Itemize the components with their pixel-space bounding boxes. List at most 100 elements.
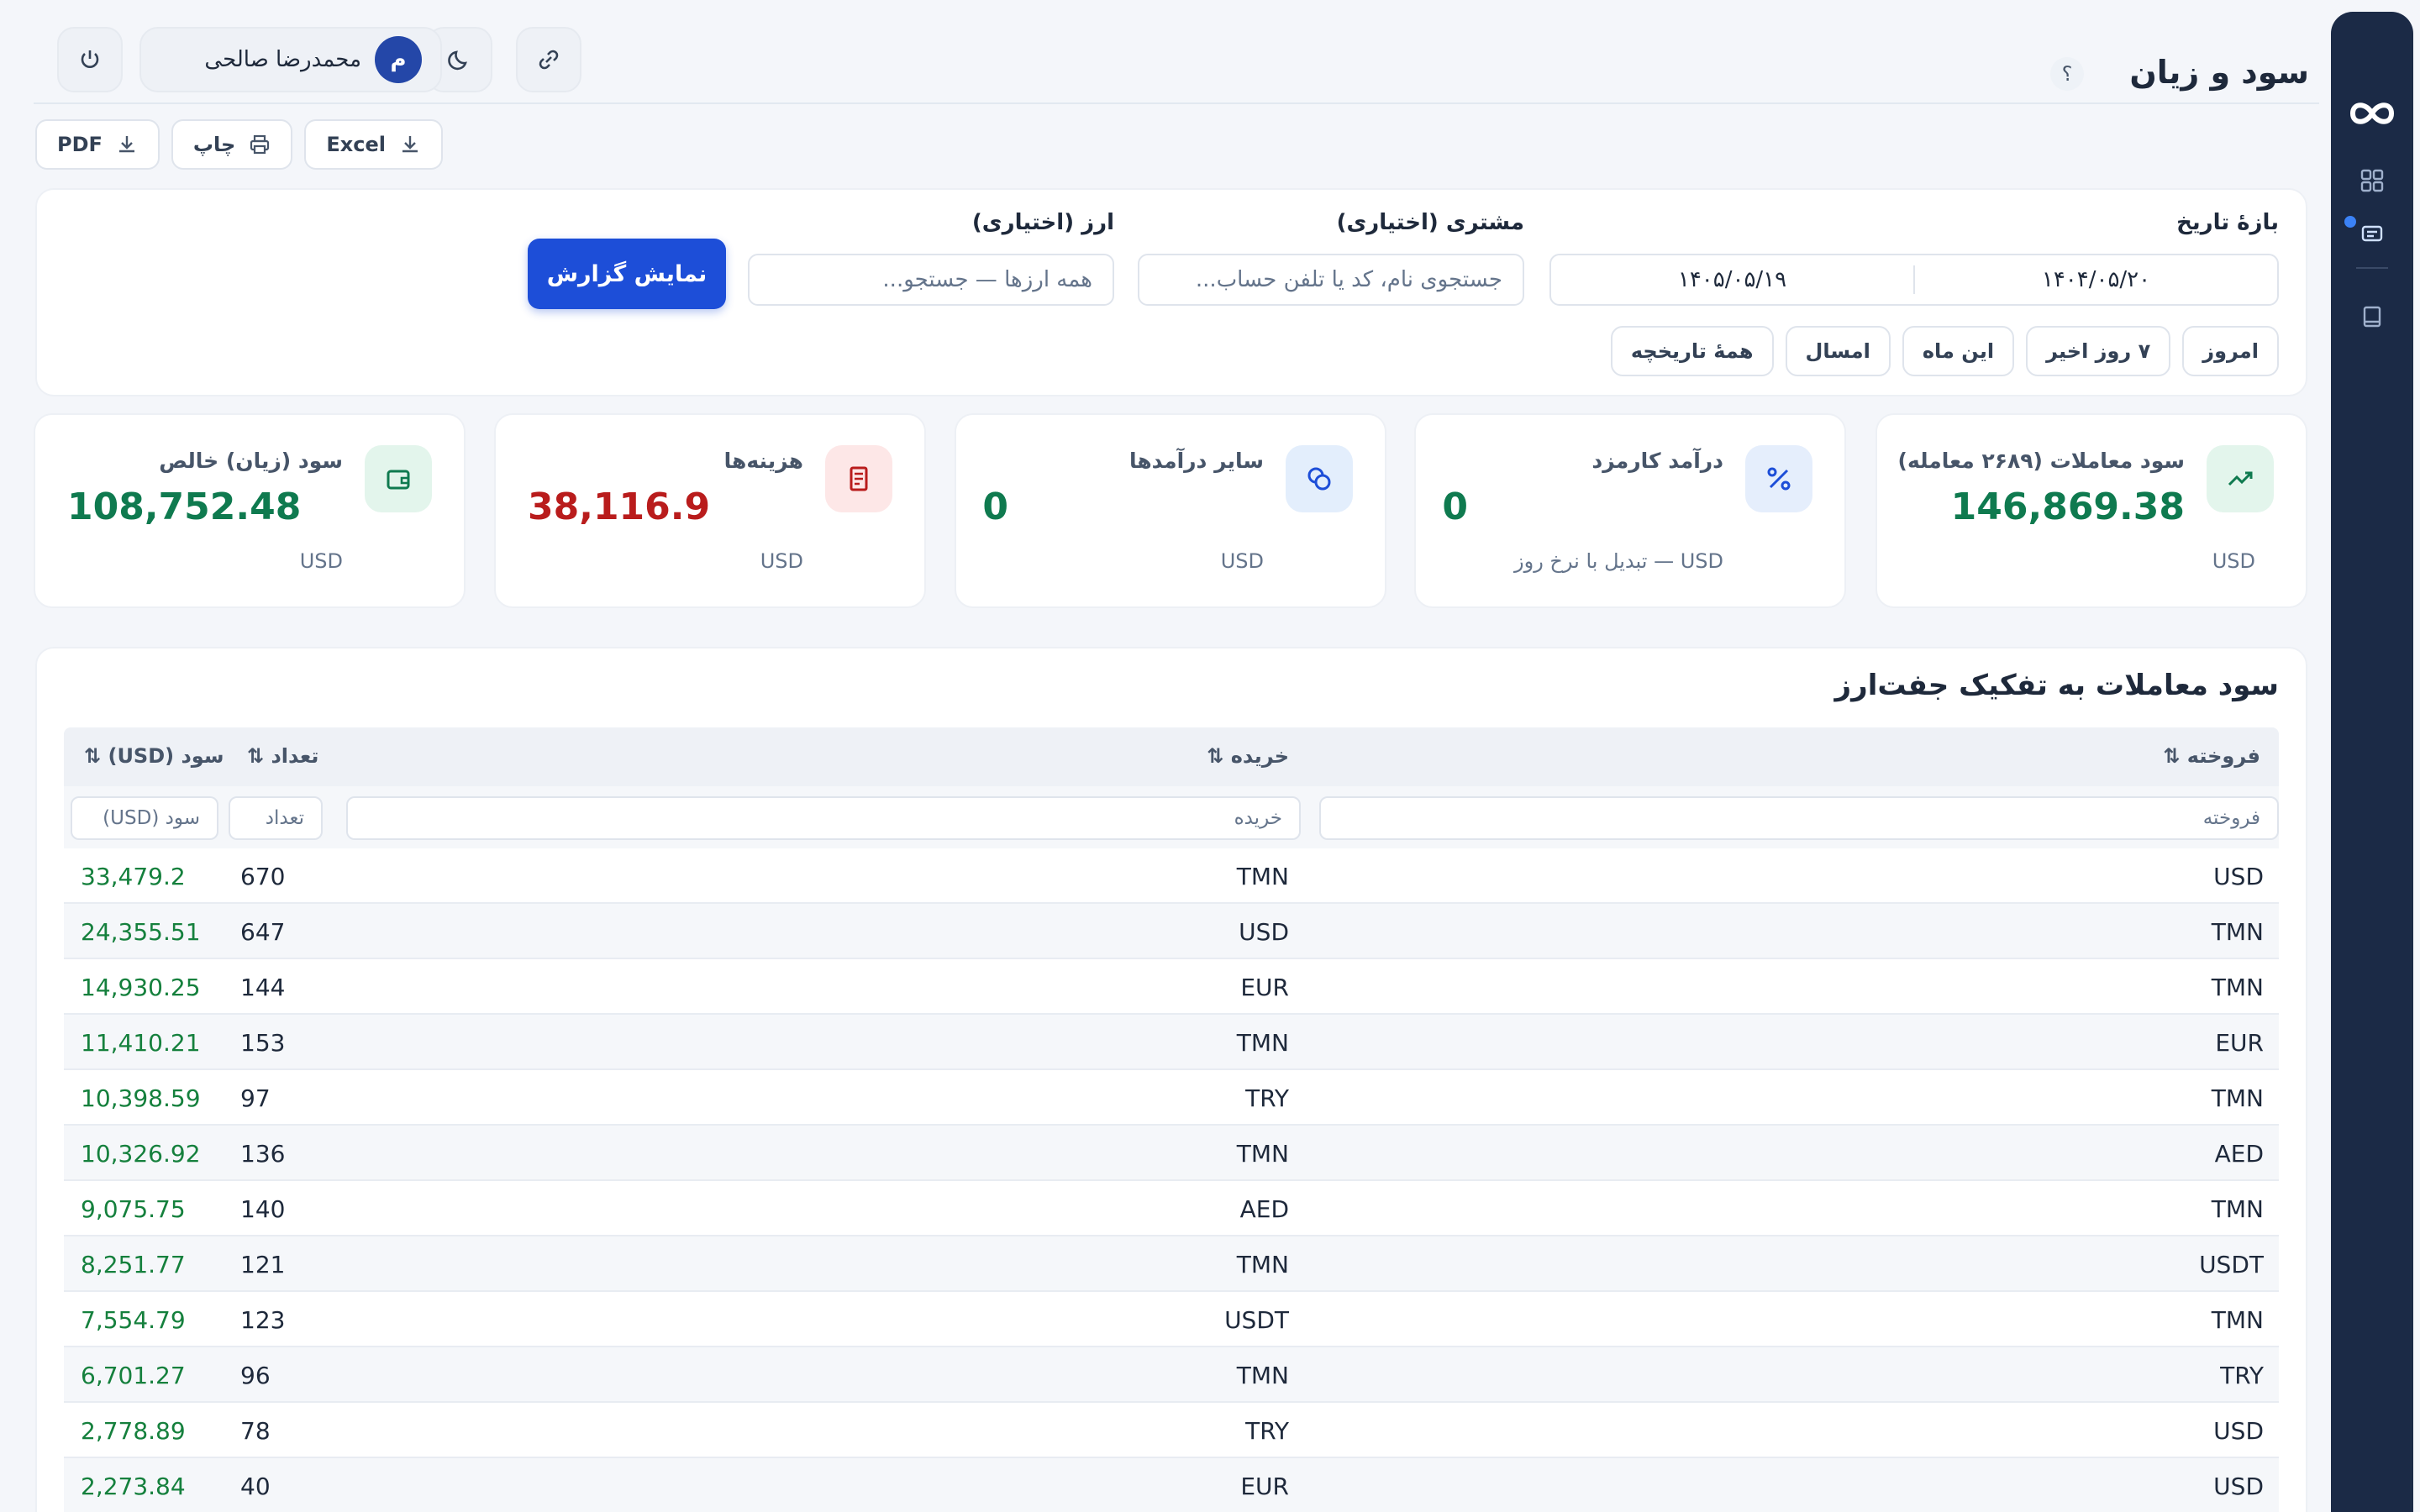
table-row[interactable]: TMN EUR 144 14,930.25 [64,959,2279,1015]
table-row[interactable]: TMN AED 140 9,075.75 [64,1181,2279,1236]
cell-profit: 7,554.79 [81,1306,186,1334]
rail-divider [2356,267,2388,269]
col-count-header[interactable]: تعداد ⇅ [247,744,318,768]
logout-button[interactable] [57,27,123,92]
pdf-label: PDF [57,133,103,156]
stat-card-net-profit: سود (زیان) خالص 108,752.48 USD [34,413,466,608]
stat-label: سایر درآمدها [1128,449,1264,473]
user-name: محمدرضا صالحی [204,47,361,72]
stat-unit: USD [2212,549,2255,573]
book-icon[interactable] [2360,304,2385,329]
link-button[interactable] [516,27,581,92]
user-menu[interactable]: م محمدرضا صالحی [139,27,442,92]
print-button[interactable]: چاپ [171,119,293,170]
cell-bought: AED [1239,1195,1289,1223]
help-button[interactable]: ؟ [2050,57,2084,91]
cell-profit: 2,273.84 [81,1473,186,1500]
moon-icon [448,50,467,71]
stat-label: سود (زیان) خالص [159,449,343,473]
stat-unit: USD [1220,549,1264,573]
stat-label: درآمد کارمزد [1591,449,1723,473]
cell-sold: TRY [2220,1362,2264,1389]
table-row[interactable]: TRY TMN 96 6,701.27 [64,1347,2279,1403]
bought-filter-input[interactable]: خریده [346,796,1301,840]
cell-sold: AED [2214,1140,2264,1168]
date-range-label: بازهٔ تاریخ [2176,210,2279,235]
exchange-icon[interactable] [2360,220,2385,245]
infinity-logo-icon[interactable] [2344,86,2400,141]
link-icon [539,50,559,70]
table-row[interactable]: USD TRY 78 2,778.89 [64,1403,2279,1458]
cell-count: 136 [240,1140,286,1168]
cell-count: 647 [240,918,286,946]
stat-label: سود معاملات (۲۶۸۹ معامله) [1897,449,2185,473]
stat-card-trade-profit: سود معاملات (۲۶۸۹ معامله) 146,869.38 USD [1876,413,2307,608]
cell-profit: 11,410.21 [81,1029,201,1057]
cell-sold: TMN [2211,974,2264,1001]
customer-search-input[interactable]: جستجوی نام، کد یا تلفن حساب... [1138,254,1524,306]
cell-count: 144 [240,974,286,1001]
chip-last-7-days[interactable]: ۷ روز اخیر [2026,326,2171,376]
col-sold-header[interactable]: فروخته ⇅ [2163,744,2260,768]
stat-value: 38,116.9 [528,486,711,528]
stat-value: 0 [982,486,1008,528]
cell-count: 123 [240,1306,286,1334]
trending-up-icon [2207,445,2274,512]
cell-count: 140 [240,1195,286,1223]
cell-bought: TMN [1236,863,1289,890]
date-preset-chips: امروز ۷ روز اخیر این ماه امسال همهٔ تاری… [1610,326,2279,376]
table-row[interactable]: TMN USDT 123 7,554.79 [64,1292,2279,1347]
table-row[interactable]: TMN TRY 97 10,398.59 [64,1070,2279,1126]
chip-this-month[interactable]: این ماه [1902,326,2015,376]
date-to[interactable]: ۱۴۰۵/۰۵/۱۹ [1551,255,1913,304]
cell-count: 40 [240,1473,271,1500]
chip-today[interactable]: امروز [2182,326,2279,376]
col-profit-header[interactable]: سود (USD) ⇅ [84,744,224,768]
count-filter-input[interactable]: تعداد [229,796,323,840]
col-bought-header[interactable]: خریده ⇅ [1207,744,1289,768]
cell-sold: USDT [2199,1251,2264,1278]
cell-sold: TMN [2211,1306,2264,1334]
date-divider [1913,265,1915,294]
sold-filter-input[interactable]: فروخته [1319,796,2279,840]
dashboard-grid-icon[interactable] [2360,168,2385,193]
date-range-picker[interactable]: ۱۴۰۴/۰۵/۲۰ ۱۴۰۵/۰۵/۱۹ [1549,254,2279,306]
table-row[interactable]: TMN USD 647 24,355.51 [64,904,2279,959]
cell-count: 121 [240,1251,286,1278]
cell-sold: TMN [2211,1195,2264,1223]
cell-count: 96 [240,1362,271,1389]
cell-bought: TRY [1245,1417,1289,1445]
table-title: سود معاملات به تفکیک جفت‌ارز [1834,669,2279,702]
cell-profit: 33,479.2 [81,863,186,890]
table-row[interactable]: EUR TMN 153 11,410.21 [64,1015,2279,1070]
cell-bought: TRY [1245,1084,1289,1112]
table-row[interactable]: AED TMN 136 10,326.92 [64,1126,2279,1181]
table-header: فروخته ⇅ خریده ⇅ تعداد ⇅ سود (USD) ⇅ [64,727,2279,786]
cell-bought: TMN [1236,1029,1289,1057]
export-pdf-button[interactable]: PDF [35,119,160,170]
wallet-icon [365,445,432,512]
table-row[interactable]: USDT TMN 121 8,251.77 [64,1236,2279,1292]
export-excel-button[interactable]: Excel [304,119,443,170]
profit-filter-input[interactable]: سود (USD) [71,796,218,840]
cell-sold: EUR [2215,1029,2264,1057]
power-icon [81,50,99,68]
currency-search-input[interactable]: همه ارزها — جستجو... [748,254,1114,306]
cell-sold: TMN [2211,1084,2264,1112]
chip-all-history[interactable]: همهٔ تاریخچه [1610,326,1774,376]
stat-value: 0 [1442,486,1468,528]
cell-profit: 14,930.25 [81,974,201,1001]
date-from[interactable]: ۱۴۰۴/۰۵/۲۰ [1915,255,2277,304]
cell-sold: USD [2213,863,2264,890]
show-report-button[interactable]: نمایش گزارش [528,239,726,309]
cell-profit: 2,778.89 [81,1417,186,1445]
cell-sold: USD [2213,1473,2264,1500]
table-row[interactable]: USD EUR 40 2,273.84 [64,1458,2279,1512]
receipt-icon [825,445,892,512]
chip-this-year[interactable]: امسال [1785,326,1891,376]
download-icon [402,136,418,153]
table-row[interactable]: USD TMN 670 33,479.2 [64,848,2279,904]
cell-count: 670 [240,863,286,890]
stat-unit: USD [760,549,803,573]
printer-icon [250,134,270,155]
